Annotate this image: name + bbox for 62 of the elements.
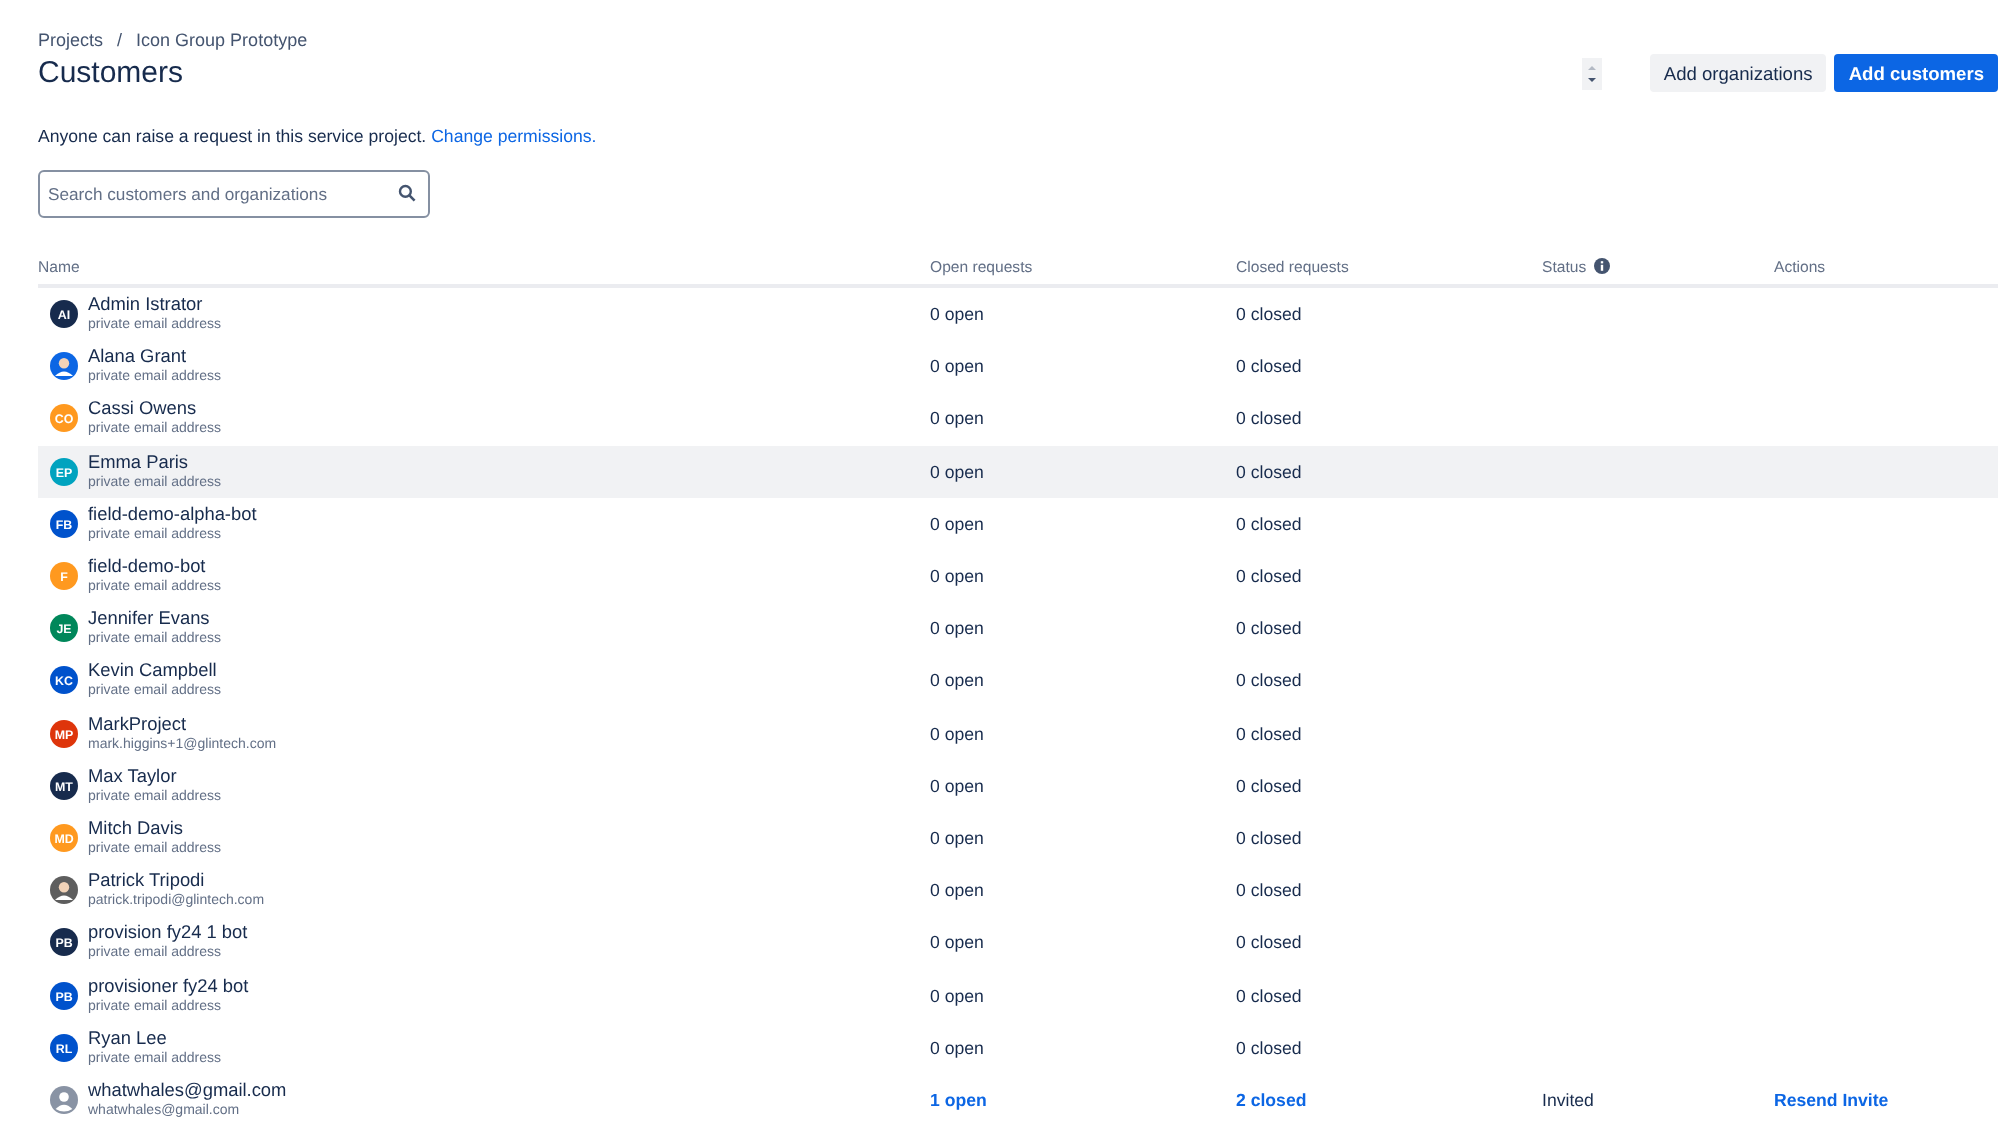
customer-name: Alana Grant	[88, 346, 189, 369]
closed-requests-count: 0 closed	[1236, 932, 1302, 953]
page-title: Customers	[38, 56, 186, 90]
add-customers-button[interactable]: Add customers	[1834, 54, 1998, 92]
open-requests-count: 0 open	[930, 566, 984, 587]
open-requests-link[interactable]: 1 open	[930, 1089, 987, 1110]
open-requests-count: 0 open	[930, 827, 984, 848]
customer-name: Mitch Davis	[88, 817, 185, 840]
open-requests-count: 0 open	[930, 304, 984, 325]
closed-requests-link[interactable]: 2 closed	[1236, 1089, 1307, 1110]
customer-name: Cassi Owens	[88, 398, 199, 421]
closed-requests-count: 0 closed	[1236, 827, 1302, 848]
breadcrumb-link[interactable]: Projects	[38, 30, 104, 50]
customer-name: provision fy24 1 bot	[88, 922, 248, 945]
closed-requests-count: 0 closed	[1236, 513, 1302, 534]
open-requests-count: 0 open	[930, 775, 984, 796]
closed-requests-count: 0 closed	[1236, 880, 1302, 901]
customer-name: MarkProject	[88, 713, 189, 736]
search-icon	[398, 184, 416, 202]
customer-name: Emma Paris	[88, 451, 191, 474]
closed-requests-count: 0 closed	[1236, 670, 1302, 691]
breadcrumb-separator: /	[117, 30, 123, 50]
search-field[interactable]: Search customers and organizations	[38, 170, 430, 218]
open-requests-count: 0 open	[930, 356, 984, 377]
customer-name: whatwhales@gmail.com	[88, 1079, 287, 1102]
customer-name: provisioner fy24 bot	[88, 975, 249, 998]
status-text: Invited	[1542, 1089, 1594, 1110]
open-requests-count: 0 open	[930, 932, 984, 953]
customer-name: Admin Istrator	[88, 294, 205, 317]
customer-name: Jennifer Evans	[88, 608, 212, 631]
add-organizations-button[interactable]: Add organizations	[1649, 54, 1827, 92]
open-requests-count: 0 open	[930, 513, 984, 534]
breadcrumb-link[interactable]: Icon Group Prototype	[136, 30, 308, 50]
open-requests-count: 0 open	[930, 408, 984, 429]
customer-name: field-demo-bot	[88, 556, 208, 579]
closed-requests-count: 0 closed	[1236, 775, 1302, 796]
customer-name: Max Taylor	[88, 765, 179, 788]
customer-name: Kevin Campbell	[88, 660, 219, 683]
notice-text: Anyone can raise a request in this service project.	[38, 126, 427, 146]
customer-name: field-demo-alpha-bot	[88, 503, 257, 526]
customer-name: Ryan Lee	[88, 1027, 169, 1050]
open-requests-count: 0 open	[930, 670, 984, 691]
closed-requests-count: 0 closed	[1236, 566, 1302, 587]
closed-requests-count: 0 closed	[1236, 1037, 1302, 1058]
closed-requests-count: 0 closed	[1236, 304, 1302, 325]
change-permissions-link[interactable]: Change permissions.	[431, 126, 597, 146]
resend-invite-link[interactable]: Resend Invite	[1774, 1089, 1889, 1110]
open-requests-count: 0 open	[930, 880, 984, 901]
info-icon[interactable]	[1594, 258, 1611, 274]
open-requests-count: 0 open	[930, 723, 984, 744]
closed-requests-count: 0 closed	[1236, 985, 1302, 1006]
closed-requests-count: 0 closed	[1236, 408, 1302, 429]
closed-requests-count: 0 closed	[1236, 618, 1302, 639]
closed-requests-count: 0 closed	[1236, 461, 1302, 482]
open-requests-count: 0 open	[930, 985, 984, 1006]
open-requests-count: 0 open	[930, 618, 984, 639]
customer-name: Patrick Tripodi	[88, 870, 207, 893]
open-requests-count: 0 open	[930, 1037, 984, 1058]
open-requests-count: 0 open	[930, 461, 984, 482]
closed-requests-count: 0 closed	[1236, 723, 1302, 744]
sort-icon[interactable]	[1581, 57, 1602, 89]
closed-requests-count: 0 closed	[1236, 356, 1302, 377]
